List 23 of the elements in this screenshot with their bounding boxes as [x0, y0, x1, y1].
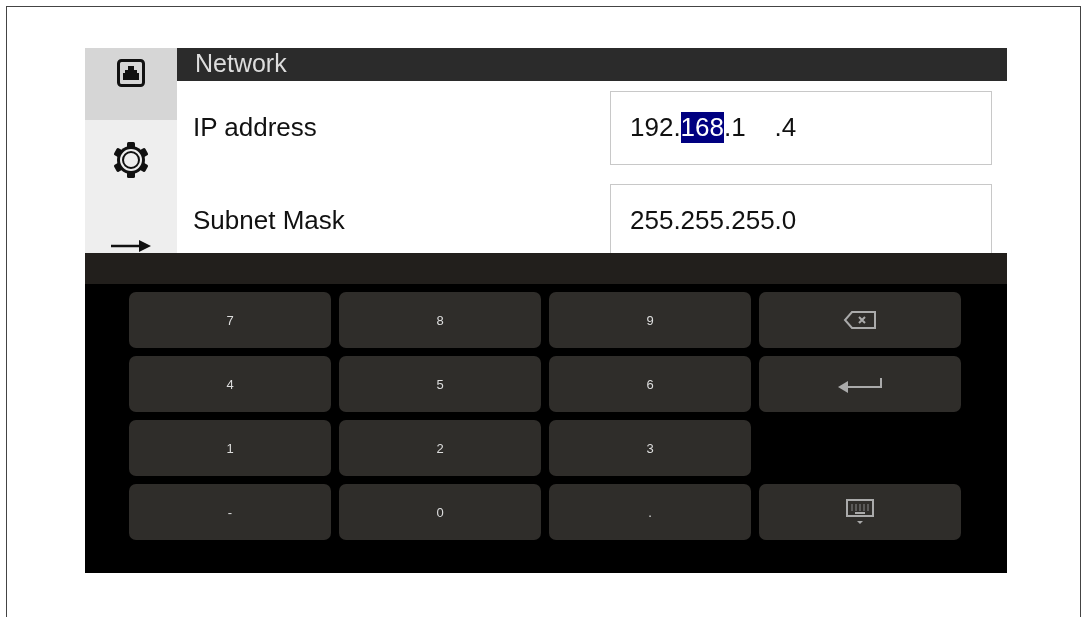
- key[interactable]: 0: [339, 484, 541, 540]
- sidebar-item[interactable]: [85, 48, 177, 120]
- key[interactable]: 9: [549, 292, 751, 348]
- input-field[interactable]: 192.168.1 .4: [610, 90, 992, 165]
- field-label: IP address: [193, 112, 317, 143]
- key[interactable]: -: [129, 484, 331, 540]
- backspace-icon: [843, 310, 877, 330]
- ethernet-port-icon: [116, 58, 146, 88]
- arrow-right-icon: [111, 239, 151, 253]
- enter-icon: [837, 375, 883, 393]
- key[interactable]: .: [549, 484, 751, 540]
- key[interactable]: 6: [549, 356, 751, 412]
- settings-icon: [112, 141, 150, 179]
- key[interactable]: 1: [129, 420, 331, 476]
- key[interactable]: 8: [339, 292, 541, 348]
- key[interactable]: 2: [339, 420, 541, 476]
- key[interactable]: 3: [549, 420, 751, 476]
- key[interactable]: 4: [129, 356, 331, 412]
- keyboard-icon: [844, 498, 876, 526]
- key[interactable]: 7: [129, 292, 331, 348]
- key[interactable]: 5: [339, 356, 541, 412]
- page-title: Network: [195, 49, 287, 78]
- field-label: Subnet Mask: [193, 205, 345, 236]
